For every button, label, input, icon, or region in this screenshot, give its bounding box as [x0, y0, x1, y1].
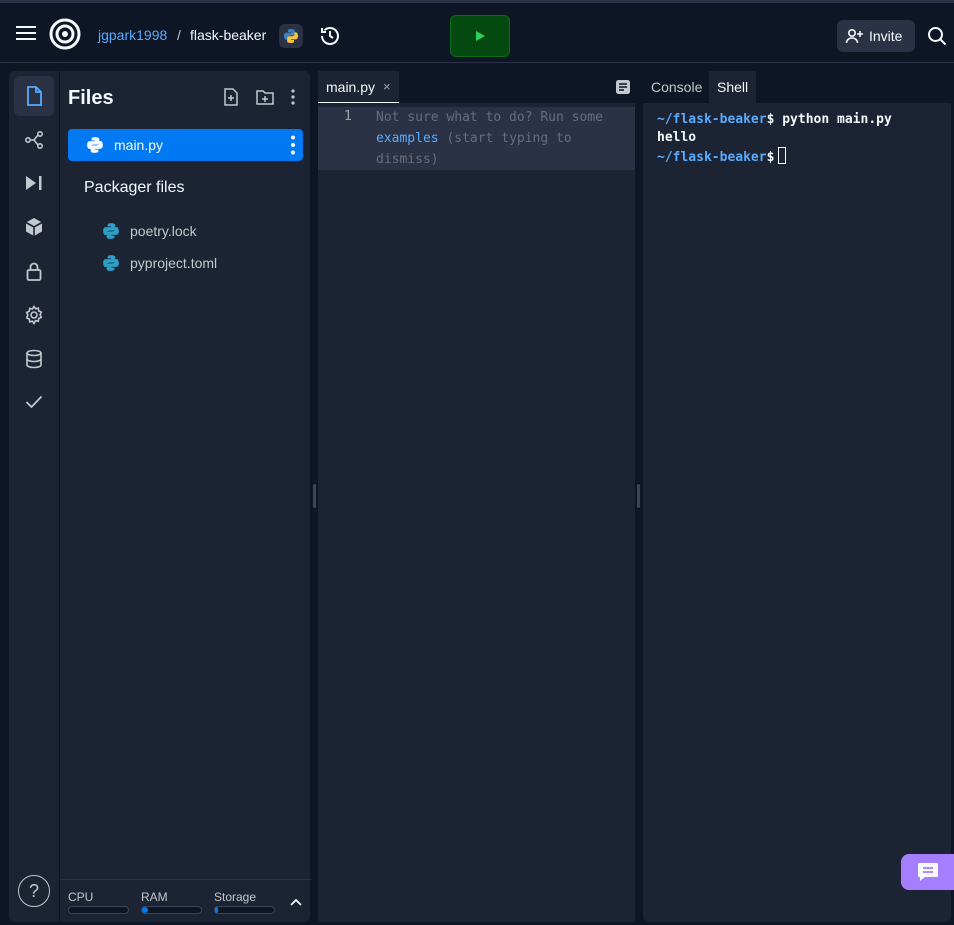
- packager-file-item[interactable]: pyproject.toml: [102, 251, 217, 275]
- output-text: hello: [657, 130, 697, 145]
- chevron-up-icon[interactable]: [288, 894, 304, 910]
- prompt-path: ~/flask-beaker: [657, 150, 767, 165]
- editor-body[interactable]: 1 Not sure what to do? Run some examples…: [318, 104, 635, 922]
- feedback-chat-button[interactable]: [901, 854, 954, 890]
- help-button[interactable]: ?: [18, 875, 50, 907]
- line-number: 1: [344, 109, 352, 124]
- packager-file-name: poetry.lock: [130, 223, 197, 239]
- file-tree-item[interactable]: main.py: [68, 129, 303, 161]
- tab-label: Console: [651, 79, 703, 95]
- file-name: main.py: [114, 137, 164, 153]
- packages-tool-button[interactable]: [14, 207, 54, 247]
- invite-label: Invite: [869, 28, 903, 44]
- shell-tab-strip: Console Shell: [643, 71, 951, 103]
- python-file-icon: [87, 137, 103, 153]
- question-icon: ?: [28, 880, 39, 901]
- files-tool-button[interactable]: [14, 76, 54, 116]
- replit-logo-icon[interactable]: [48, 17, 82, 51]
- hint-text: Not sure what to do? Run some: [376, 110, 603, 125]
- cpu-label: CPU: [68, 890, 94, 904]
- settings-tool-button[interactable]: [14, 295, 54, 335]
- packager-file-item[interactable]: poetry.lock: [102, 219, 197, 243]
- check-icon: [25, 395, 43, 409]
- panel-resize-handle[interactable]: [637, 484, 640, 508]
- resource-usage[interactable]: CPU RAM Storage: [60, 879, 311, 922]
- storage-meter: [214, 906, 275, 914]
- tab-shell[interactable]: Shell: [709, 71, 757, 103]
- git-tool-button[interactable]: [14, 120, 54, 160]
- terminal-output[interactable]: ~/flask-beaker$ python main.py hello ~/f…: [657, 111, 892, 167]
- new-file-icon[interactable]: [220, 86, 242, 108]
- chat-icon: [917, 863, 938, 881]
- new-folder-icon[interactable]: [254, 86, 276, 108]
- ram-meter: [141, 906, 202, 914]
- lock-icon: [26, 262, 42, 281]
- close-icon[interactable]: ×: [383, 79, 391, 94]
- panel-resize-handle[interactable]: [313, 484, 316, 508]
- add-user-icon: [845, 28, 863, 44]
- code-editor-pane: main.py × 1 Not sure what to do? Run som…: [318, 71, 635, 922]
- files-panel-title: Files: [68, 87, 114, 109]
- python-icon[interactable]: [279, 24, 303, 48]
- packager-files-heading: Packager files: [84, 179, 185, 196]
- tab-label: main.py: [326, 78, 376, 95]
- tab-label: Shell: [717, 79, 749, 95]
- invite-button[interactable]: Invite: [837, 20, 915, 52]
- ram-meter-fill: [142, 907, 148, 913]
- python-file-icon: [103, 223, 119, 239]
- file-more-icon[interactable]: [287, 135, 299, 155]
- history-icon[interactable]: [318, 24, 342, 48]
- prompt-path: ~/flask-beaker: [657, 112, 767, 127]
- breadcrumb-separator: /: [177, 27, 181, 43]
- editor-placeholder-hint: Not sure what to do? Run some examples (…: [376, 107, 628, 170]
- play-icon: [476, 31, 485, 41]
- search-icon[interactable]: [924, 23, 950, 49]
- run-button[interactable]: [450, 15, 510, 57]
- prompt-symbol: $: [766, 150, 775, 165]
- terminal-line: hello: [657, 129, 892, 147]
- python-file-icon: [103, 255, 119, 271]
- top-bar: jgpark1998 / flask-beaker Invite: [0, 0, 954, 63]
- gear-icon: [25, 305, 43, 325]
- shell-pane: Console Shell ~/flask-beaker$ python mai…: [643, 71, 951, 922]
- breadcrumb-username[interactable]: jgpark1998: [98, 27, 167, 43]
- tab-main-py[interactable]: main.py ×: [318, 71, 399, 103]
- prompt-symbol: $: [766, 112, 783, 127]
- terminal-line: ~/flask-beaker$: [657, 147, 892, 167]
- storage-meter-fill: [215, 907, 218, 913]
- unit-tests-tool-button[interactable]: [14, 382, 54, 422]
- tab-console[interactable]: Console: [643, 71, 710, 103]
- terminal-cursor: [778, 147, 787, 164]
- command-text: python main.py: [782, 112, 892, 127]
- debugger-tool-button[interactable]: [14, 163, 54, 203]
- step-forward-icon: [26, 176, 42, 190]
- secrets-tool-button[interactable]: [14, 251, 54, 291]
- ram-label: RAM: [141, 890, 168, 904]
- git-branch-icon: [24, 130, 44, 150]
- files-panel: Files main.py Packager files poetry.lock…: [59, 71, 311, 922]
- tool-sidebar: ?: [9, 71, 59, 922]
- package-icon: [25, 218, 43, 236]
- format-icon[interactable]: [615, 79, 631, 95]
- menu-icon[interactable]: [12, 21, 40, 45]
- terminal-line: ~/flask-beaker$ python main.py: [657, 111, 892, 129]
- more-options-icon[interactable]: [282, 86, 304, 108]
- breadcrumb-repl-name[interactable]: flask-beaker: [190, 27, 266, 43]
- database-icon: [26, 349, 42, 369]
- examples-link[interactable]: examples: [376, 131, 439, 146]
- storage-label: Storage: [214, 890, 257, 904]
- file-icon: [27, 86, 42, 106]
- packager-file-name: pyproject.toml: [130, 255, 218, 271]
- database-tool-button[interactable]: [14, 339, 54, 379]
- cpu-meter: [68, 906, 129, 914]
